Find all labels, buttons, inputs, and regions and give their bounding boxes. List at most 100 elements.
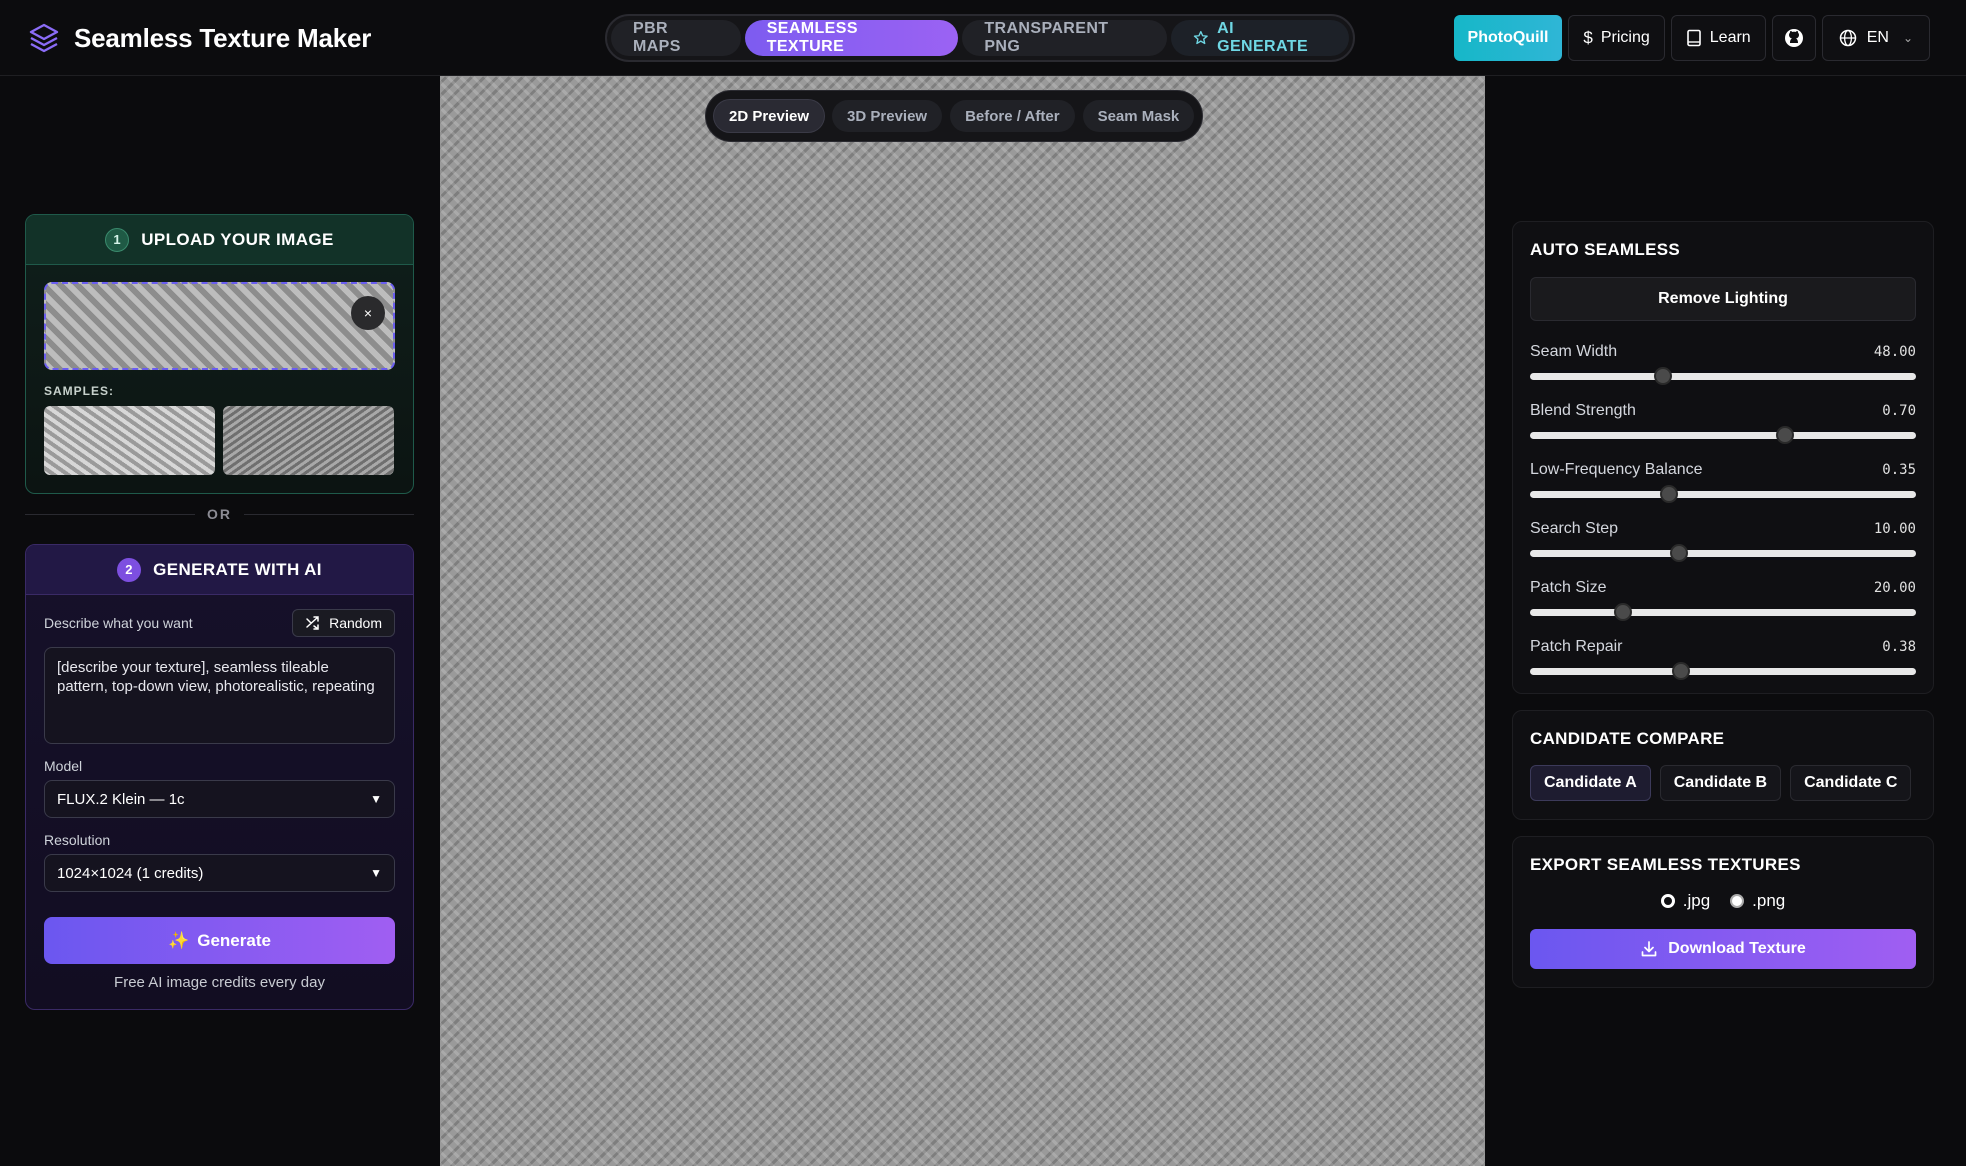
top-bar: Seamless Texture Maker PBR MAPS SEAMLESS… [0, 0, 1966, 76]
slider-thumb[interactable] [1659, 485, 1678, 503]
generate-form: Describe what you want Random [describe … [26, 595, 413, 1009]
slider-patch-repair: Patch Repair 0.38 [1530, 638, 1916, 680]
auto-seamless-panel: AUTO SEAMLESS Remove Lighting Seam Width… [1512, 221, 1934, 694]
tab-3d-preview[interactable]: 3D Preview [832, 100, 943, 132]
candidate-b-button[interactable]: Candidate B [1659, 765, 1782, 801]
shuffle-icon [306, 616, 319, 630]
slider-thumb[interactable] [1775, 426, 1794, 444]
download-icon [1641, 941, 1657, 957]
left-panel: 1 UPLOAD YOUR IMAGE × SAMPLES: OR 2 GENE… [25, 214, 414, 1010]
app-root: Seamless Texture Maker PBR MAPS SEAMLESS… [0, 0, 1966, 1166]
github-icon [1784, 29, 1803, 47]
model-label: Model [44, 758, 83, 774]
slider-thumb[interactable] [1669, 544, 1688, 562]
right-panel: AUTO SEAMLESS Remove Lighting Seam Width… [1512, 221, 1934, 988]
slider-thumb[interactable] [1613, 603, 1632, 621]
resolution-value: 1024×1024 (1 credits) [57, 864, 204, 882]
candidate-list: Candidate A Candidate B Candidate C [1530, 765, 1916, 801]
resolution-select[interactable]: 1024×1024 (1 credits) ▼ [44, 854, 395, 892]
slider-value: 48.00 [1873, 344, 1916, 360]
generate-card-header: 2 GENERATE WITH AI [26, 545, 413, 595]
slider-thumb[interactable] [1671, 662, 1690, 680]
tab-transparent-png[interactable]: TRANSPARENT PNG [962, 20, 1168, 56]
tab-ai-generate-label: AI GENERATE [1217, 20, 1309, 55]
resolution-label: Resolution [44, 832, 111, 848]
format-jpg-label: .jpg [1682, 891, 1711, 910]
tab-2d-preview[interactable]: 2D Preview [714, 100, 825, 132]
slider-track[interactable] [1530, 485, 1916, 503]
slider-blend-strength: Blend Strength 0.70 [1530, 402, 1916, 444]
describe-label: Describe what you want [44, 615, 193, 631]
dropdown-arrow-icon: ▼ [370, 792, 382, 806]
sample-thumbnail[interactable] [44, 406, 215, 475]
learn-label: Learn [1709, 29, 1751, 46]
slider-track[interactable] [1530, 367, 1916, 385]
random-button[interactable]: Random [292, 609, 395, 637]
slider-label: Seam Width [1530, 343, 1618, 360]
learn-button[interactable]: Learn [1670, 15, 1766, 61]
tab-seamless-texture[interactable]: SEAMLESS TEXTURE [744, 20, 959, 56]
generate-title: GENERATE WITH AI [153, 559, 322, 579]
sample-thumbnail[interactable] [223, 406, 394, 475]
samples-list [44, 406, 395, 475]
candidate-compare-title: CANDIDATE COMPARE [1530, 729, 1725, 748]
dropdown-arrow-icon: ▼ [370, 866, 382, 880]
slider-thumb[interactable] [1654, 367, 1673, 385]
slider-track[interactable] [1530, 426, 1916, 444]
radio-selected-icon [1660, 894, 1675, 908]
tab-ai-generate[interactable]: AI GENERATE [1171, 20, 1349, 56]
model-select[interactable]: FLUX.2 Klein — 1c ▼ [44, 780, 395, 818]
slider-label: Low-Frequency Balance [1530, 461, 1703, 478]
slider-label: Search Step [1530, 520, 1619, 537]
dollar-icon: $ [1583, 28, 1593, 47]
random-label: Random [329, 615, 382, 631]
texture-preview[interactable]: 2D Preview 3D Preview Before / After Sea… [440, 76, 1485, 1166]
tab-pbr-maps[interactable]: PBR MAPS [611, 20, 741, 56]
step-badge: 2 [117, 557, 142, 582]
slider-value: 10.00 [1873, 521, 1916, 537]
radio-unselected-icon [1730, 894, 1745, 908]
pricing-button[interactable]: $ Pricing [1568, 15, 1665, 61]
upload-dropzone[interactable]: × [44, 282, 395, 370]
format-png-radio[interactable]: .png [1730, 891, 1785, 911]
slider-value: 20.00 [1873, 580, 1916, 596]
candidate-compare-panel: CANDIDATE COMPARE Candidate A Candidate … [1512, 710, 1934, 820]
slider-track[interactable] [1530, 544, 1916, 562]
format-jpg-radio[interactable]: .jpg [1660, 891, 1711, 911]
prompt-textarea[interactable]: [describe your texture], seamless tileab… [44, 647, 395, 744]
generate-button-label: Generate [197, 930, 271, 950]
export-panel: EXPORT SEAMLESS TEXTURES .jpg .png Downl… [1512, 836, 1934, 988]
photoquill-button[interactable]: PhotoQuill [1453, 15, 1563, 61]
upload-card-header: 1 UPLOAD YOUR IMAGE [26, 215, 413, 265]
language-label: EN [1866, 29, 1889, 46]
download-texture-button[interactable]: Download Texture [1530, 929, 1916, 969]
slider-seam-width: Seam Width 48.00 [1530, 343, 1916, 385]
candidate-c-button[interactable]: Candidate C [1790, 765, 1912, 801]
layers-icon [29, 23, 59, 53]
generate-button[interactable]: ✨ Generate [44, 917, 395, 964]
tab-before-after[interactable]: Before / After [950, 100, 1075, 132]
upload-title: UPLOAD YOUR IMAGE [141, 229, 334, 249]
app-title: Seamless Texture Maker [74, 22, 372, 53]
book-icon [1686, 29, 1701, 47]
format-png-label: .png [1752, 891, 1786, 910]
slider-track[interactable] [1530, 662, 1916, 680]
candidate-a-button[interactable]: Candidate A [1530, 765, 1651, 801]
remove-lighting-button[interactable]: Remove Lighting [1530, 277, 1916, 321]
format-options: .jpg .png [1530, 891, 1916, 911]
close-icon[interactable]: × [351, 296, 385, 330]
samples-label: SAMPLES: [44, 384, 115, 398]
credits-note: Free AI image credits every day [114, 974, 325, 991]
language-select[interactable]: EN ⌄ [1821, 15, 1930, 61]
slider-track[interactable] [1530, 603, 1916, 621]
star-icon [1194, 30, 1209, 45]
slider-value: 0.38 [1882, 639, 1916, 655]
chevron-down-icon: ⌄ [1902, 31, 1913, 45]
slider-value: 0.35 [1882, 462, 1916, 478]
tab-seam-mask[interactable]: Seam Mask [1082, 100, 1195, 132]
or-divider: OR [25, 494, 414, 534]
logo[interactable]: Seamless Texture Maker [28, 22, 371, 54]
header-actions: PhotoQuill $ Pricing Learn EN ⌄ [1453, 15, 1930, 61]
sparkle-icon: ✨ [168, 930, 190, 950]
github-button[interactable] [1771, 15, 1816, 61]
